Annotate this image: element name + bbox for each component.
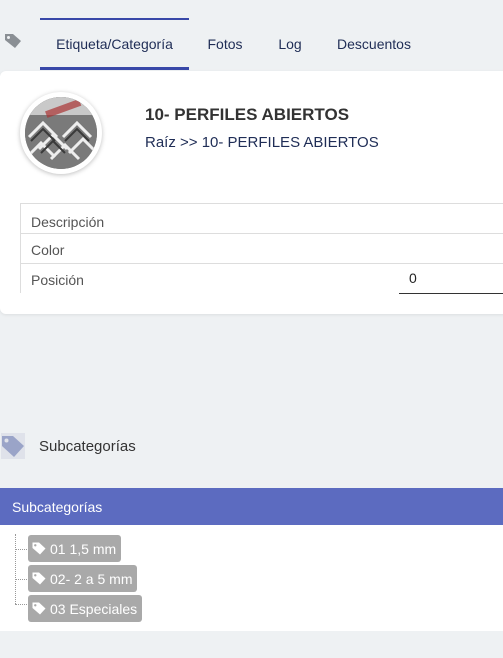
tag-icon bbox=[5, 34, 21, 48]
tab-bar: Etiqueta/Categoría Fotos Log Descuentos bbox=[0, 0, 503, 70]
tag-icon bbox=[32, 572, 46, 585]
property-label: Descripción bbox=[31, 214, 105, 230]
subcategories-section-title: Subcategorías bbox=[39, 438, 136, 455]
tree-line bbox=[15, 534, 16, 604]
tab-etiqueta-categoria[interactable]: Etiqueta/Categoría bbox=[40, 18, 189, 70]
subcategories-section-header: Subcategorías bbox=[0, 432, 503, 460]
subcategory-label: 03 Especiales bbox=[50, 600, 138, 617]
tab-fotos[interactable]: Fotos bbox=[197, 18, 253, 70]
subcategories-panel-header: Subcategorías bbox=[0, 488, 503, 525]
property-row-color: Color bbox=[21, 233, 503, 263]
steel-profiles-photo bbox=[25, 97, 97, 169]
breadcrumb: Raíz >> 10- PERFILES ABIERTOS bbox=[145, 134, 379, 151]
property-label: Color bbox=[31, 242, 65, 258]
posicion-field[interactable]: 0 bbox=[399, 264, 503, 294]
tree-connector bbox=[15, 604, 27, 605]
tag-icon bbox=[32, 542, 46, 555]
property-row-descripcion: Descripción bbox=[21, 203, 503, 233]
tree-connector bbox=[15, 579, 27, 580]
tag-icon bbox=[32, 602, 46, 615]
subcategory-label: 02- 2 a 5 mm bbox=[50, 570, 133, 587]
category-title: 10- PERFILES ABIERTOS bbox=[145, 105, 350, 124]
subcategory-chip[interactable]: 02- 2 a 5 mm bbox=[28, 565, 138, 592]
tree-connector bbox=[15, 549, 27, 550]
tab-descuentos[interactable]: Descuentos bbox=[328, 18, 420, 70]
subcategory-chip[interactable]: 01 1,5 mm bbox=[28, 535, 122, 562]
subcategories-panel: Subcategorías 01 1,5 mm 02- 2 a 5 mm 03 … bbox=[0, 488, 503, 631]
property-label: Posición bbox=[31, 272, 84, 288]
category-card: 10- PERFILES ABIERTOS Raíz >> 10- PERFIL… bbox=[0, 71, 503, 314]
property-row-posicion: Posición 0 bbox=[21, 263, 503, 294]
subcategory-label: 01 1,5 mm bbox=[50, 540, 117, 557]
category-image bbox=[20, 92, 102, 174]
subcategory-chip[interactable]: 03 Especiales bbox=[28, 595, 143, 622]
tag-icon bbox=[1, 433, 25, 459]
tab-log[interactable]: Log bbox=[268, 18, 312, 70]
properties-table: Descripción Color Posición 0 bbox=[20, 203, 503, 294]
